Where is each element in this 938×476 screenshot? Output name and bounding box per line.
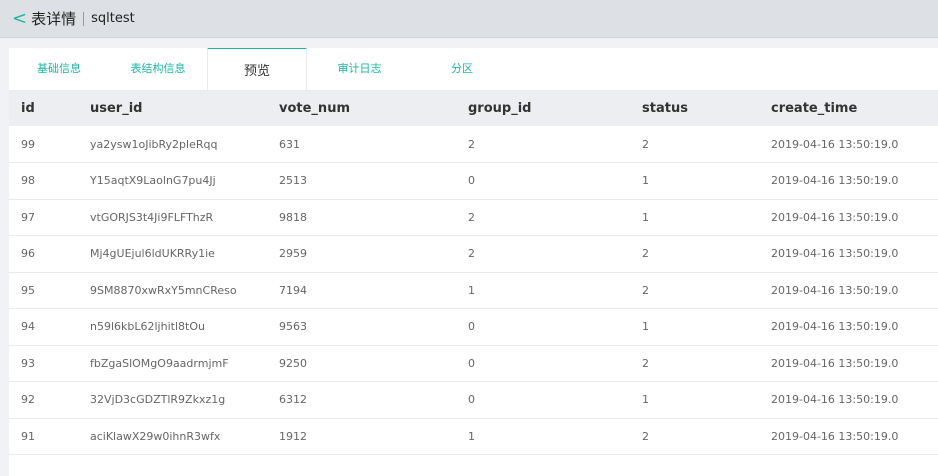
cell-status: 1 — [642, 174, 649, 188]
cell-user-id: Y15aqtX9LaolnG7pu4Jj — [90, 174, 216, 188]
cell-id: 97 — [21, 210, 35, 224]
table-row: 97 vtGORJS3t4Ji9FLFThzR 9818 2 1 2019-04-16 1… — [9, 199, 938, 236]
table-row: 95 9SM8870xwRxY5mnCReso 7194 1 2 2019-04-16 1… — [9, 272, 938, 309]
table-body: 99 ya2ysw1oJibRy2pleRqq 631 2 2 2019-04-16 13… — [9, 126, 938, 455]
cell-group-id: 2 — [468, 137, 475, 151]
cell-vote-num: 9250 — [279, 356, 307, 370]
cell-vote-num: 9563 — [279, 320, 307, 334]
table-row: 91 aciKlawX29w0ihnR3wfx 1912 1 2 2019-04-16 1… — [9, 418, 938, 455]
tab-basic-info[interactable]: 基础信息 — [9, 48, 109, 90]
cell-group-id: 0 — [468, 174, 475, 188]
cell-group-id: 1 — [468, 429, 475, 443]
table-header-row: id user_id vote_num group_id status crea… — [9, 91, 938, 126]
title-divider — [83, 11, 85, 26]
cell-user-id: vtGORJS3t4Ji9FLFThzR — [90, 210, 214, 224]
cell-status: 2 — [642, 247, 649, 261]
cell-status: 2 — [642, 283, 649, 297]
cell-create-time: 2019-04-16 13:50:19.0 — [771, 320, 899, 334]
cell-user-id: ya2ysw1oJibRy2pleRqq — [90, 137, 218, 151]
cell-status: 1 — [642, 320, 649, 334]
tab-audit-log[interactable]: 审计日志 — [307, 48, 412, 90]
cell-vote-num: 6312 — [279, 393, 307, 407]
cell-group-id: 1 — [468, 283, 475, 297]
column-header-create-time: create_time — [771, 101, 858, 116]
cell-user-id: aciKlawX29w0ihnR3wfx — [90, 429, 221, 443]
cell-group-id: 2 — [468, 247, 475, 261]
cell-create-time: 2019-04-16 13:50:19.0 — [771, 356, 899, 370]
column-header-vote-num: vote_num — [279, 101, 350, 116]
cell-create-time: 2019-04-16 13:50:19.0 — [771, 283, 899, 297]
column-header-group-id: group_id — [468, 101, 532, 116]
cell-user-id: fbZgaSlOMgO9aadrmjmF — [90, 356, 229, 370]
column-header-id: id — [21, 101, 35, 116]
cell-user-id: 9SM8870xwRxY5mnCReso — [90, 283, 237, 297]
cell-create-time: 2019-04-16 13:50:19.0 — [771, 137, 899, 151]
cell-create-time: 2019-04-16 13:50:19.0 — [771, 429, 899, 443]
cell-id: 92 — [21, 393, 35, 407]
column-header-status: status — [642, 101, 688, 116]
cell-group-id: 0 — [468, 393, 475, 407]
table-row: 99 ya2ysw1oJibRy2pleRqq 631 2 2 2019-04-16 13… — [9, 126, 938, 163]
cell-status: 1 — [642, 210, 649, 224]
cell-vote-num: 631 — [279, 137, 300, 151]
table-name: sqltest — [91, 11, 135, 26]
preview-table: id user_id vote_num group_id status crea… — [9, 91, 938, 455]
table-row: 98 Y15aqtX9LaolnG7pu4Jj 2513 0 1 2019-04-16 1… — [9, 163, 938, 199]
table-row: 93 fbZgaSlOMgO9aadrmjmF 9250 0 2 2019-04-16 1… — [9, 345, 938, 382]
cell-status: 2 — [642, 429, 649, 443]
cell-vote-num: 9818 — [279, 210, 307, 224]
cell-user-id: Mj4gUEjul6ldUKRRy1ie — [90, 247, 215, 261]
column-header-user-id: user_id — [90, 101, 143, 116]
cell-status: 1 — [642, 393, 649, 407]
tab-bar: 基础信息 表结构信息 预览 审计日志 分区 — [9, 48, 938, 91]
cell-id: 95 — [21, 283, 35, 297]
cell-create-time: 2019-04-16 13:50:19.0 — [771, 210, 899, 224]
table-row: 92 32VjD3cGDZTlR9Zkxz1g 6312 0 1 2019-04-16 1… — [9, 382, 938, 418]
back-chevron-icon[interactable]: < — [12, 9, 27, 28]
cell-create-time: 2019-04-16 13:50:19.0 — [771, 174, 899, 188]
cell-status: 2 — [642, 356, 649, 370]
cell-status: 2 — [642, 137, 649, 151]
detail-card: 基础信息 表结构信息 预览 审计日志 分区 id user_id vote_nu… — [9, 48, 938, 476]
cell-id: 98 — [21, 174, 35, 188]
cell-user-id: 32VjD3cGDZTlR9Zkxz1g — [90, 393, 226, 407]
page-title: 表详情 — [31, 10, 77, 28]
cell-create-time: 2019-04-16 13:50:19.0 — [771, 393, 899, 407]
cell-group-id: 0 — [468, 320, 475, 334]
cell-id: 99 — [21, 137, 35, 151]
cell-user-id: n59l6kbL62ljhitl8tOu — [90, 320, 205, 334]
cell-vote-num: 2513 — [279, 174, 307, 188]
cell-vote-num: 2959 — [279, 247, 307, 261]
cell-vote-num: 7194 — [279, 283, 307, 297]
tab-schema-info[interactable]: 表结构信息 — [109, 48, 207, 90]
cell-group-id: 0 — [468, 356, 475, 370]
tab-partition[interactable]: 分区 — [412, 48, 512, 90]
cell-vote-num: 1912 — [279, 429, 307, 443]
table-row: 94 n59l6kbL62ljhitl8tOu 9563 0 1 2019-04-16 1… — [9, 309, 938, 345]
cell-create-time: 2019-04-16 13:50:19.0 — [771, 247, 899, 261]
cell-id: 96 — [21, 247, 35, 261]
tab-preview[interactable]: 预览 — [207, 48, 307, 90]
cell-id: 94 — [21, 320, 35, 334]
cell-group-id: 2 — [468, 210, 475, 224]
top-bar: < 表详情 sqltest — [0, 0, 938, 38]
table-row: 96 Mj4gUEjul6ldUKRRy1ie 2959 2 2 2019-04-16 1… — [9, 236, 938, 272]
cell-id: 93 — [21, 356, 35, 370]
cell-id: 91 — [21, 429, 35, 443]
